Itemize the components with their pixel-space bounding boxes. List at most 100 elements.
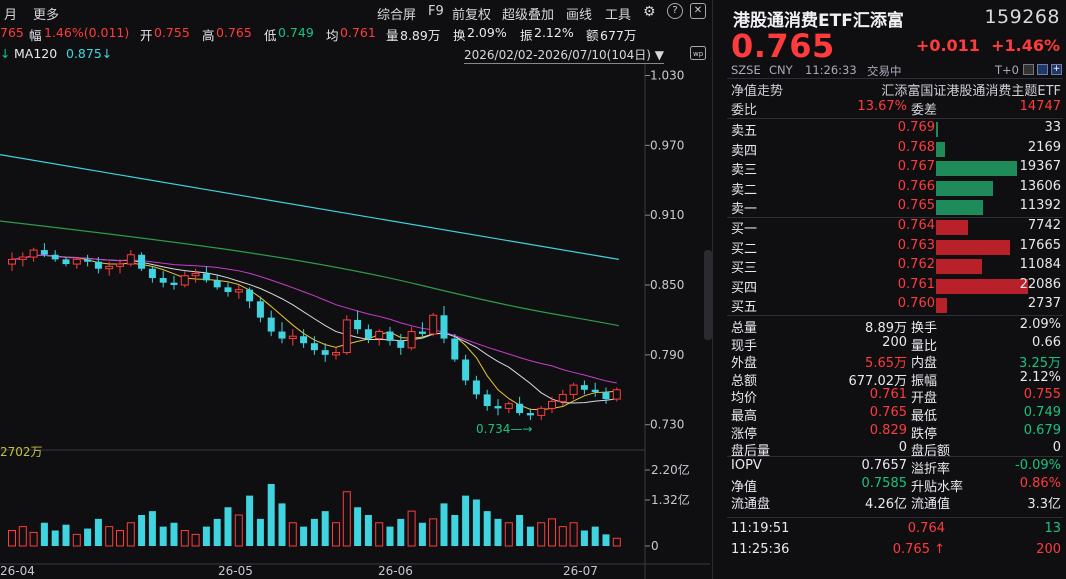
book-row-bid-5[interactable]: 买五 0.760 2737 xyxy=(731,296,1061,315)
book-row-ask-5[interactable]: 卖一 0.765 11392 xyxy=(731,198,1061,217)
book-volume: 22086 xyxy=(1019,276,1061,292)
stat-label: 外盘 xyxy=(731,356,758,372)
book-price: 0.762 xyxy=(897,257,935,272)
candle-body-down xyxy=(51,254,59,260)
panel-splitter-handle[interactable] xyxy=(704,250,712,340)
stat-value: 2.12% xyxy=(1019,369,1061,385)
ma10-line xyxy=(11,254,617,404)
super-overlay-button[interactable]: 超级叠加 xyxy=(502,4,554,23)
candle-body-up xyxy=(504,403,513,409)
volume-bar-down xyxy=(224,507,232,546)
chart-pane: 月 更多 综合屏 F9 前复权 超级叠加 画线 工具 ⚙ ? ✕ 765 幅 1… xyxy=(0,0,710,579)
candle-body-down xyxy=(138,254,146,269)
period-tab-month[interactable]: 月 xyxy=(4,4,17,23)
quote-time: 11:26:33 xyxy=(805,63,857,77)
gear-icon[interactable]: ⚙ xyxy=(643,4,656,20)
edit-icon[interactable] xyxy=(1023,64,1034,75)
book-volume-bar xyxy=(936,200,983,215)
candle-body-down xyxy=(462,359,470,381)
candle-body-down xyxy=(213,280,221,288)
tick-volume: 200 xyxy=(1036,542,1061,557)
candle-body-down xyxy=(224,287,232,292)
stat-label: 现手 xyxy=(731,338,758,354)
stat-label: 最高 xyxy=(731,409,758,424)
candle-body-up xyxy=(29,249,38,258)
tick-time: 11:25:36 xyxy=(731,542,790,557)
date-range-selector[interactable]: 2026/02/02-2026/07/10(104日) ▼ xyxy=(464,46,664,64)
book-row-bid-2[interactable]: 买二 0.763 17665 xyxy=(731,238,1061,257)
volume-bar-down xyxy=(310,518,318,546)
fund-stat-value: 0.86% xyxy=(1019,475,1061,491)
candle-body-down xyxy=(418,331,426,334)
stat-high-label: 高 xyxy=(202,28,215,43)
nav-trend-tab[interactable]: 净值走势 xyxy=(731,80,783,99)
book-row-ask-4[interactable]: 卖二 0.766 13606 xyxy=(731,179,1061,198)
stat-low-label: 低 xyxy=(264,28,277,43)
volume-bar-up xyxy=(407,510,416,547)
draw-line-button[interactable]: 画线 xyxy=(566,4,592,23)
volume-bar-up xyxy=(116,530,124,547)
market-code: SZSE xyxy=(731,63,761,77)
candle-body-down xyxy=(321,350,329,355)
settings-icon[interactable] xyxy=(1037,64,1048,75)
book-row-bid-1[interactable]: 买一 0.764 7742 xyxy=(731,218,1061,237)
add-icon[interactable]: + xyxy=(1051,64,1062,75)
close-icon[interactable]: ✕ xyxy=(690,3,706,19)
stat-row: 现手 200 量比 0.66 xyxy=(731,335,1061,354)
book-row-bid-3[interactable]: 买三 0.762 11084 xyxy=(731,257,1061,276)
candle-body-down xyxy=(202,273,210,281)
x-tick-label: 26-05 xyxy=(218,564,253,578)
fund-stat-label: 净值 xyxy=(731,479,758,495)
candle-body-up xyxy=(116,263,124,267)
volume-bar-up xyxy=(612,537,621,547)
stat-vol-label: 量 xyxy=(386,28,399,43)
book-level-label: 买二 xyxy=(731,241,758,257)
ma120-value: 0.875↓ xyxy=(66,46,113,61)
y-tick-label: 0.910 xyxy=(650,208,684,222)
book-price: 0.769 xyxy=(897,120,935,135)
stat-label: 跌停 xyxy=(911,426,938,442)
stat-value: 0.761 xyxy=(869,387,907,403)
volume-bar-down xyxy=(84,528,92,546)
candle-body-down xyxy=(84,259,92,262)
book-row-ask-2[interactable]: 卖四 0.768 2169 xyxy=(731,140,1061,159)
book-price: 0.766 xyxy=(897,178,935,194)
volume-bar-up xyxy=(537,522,546,547)
book-row-bid-4[interactable]: 买四 0.761 22086 xyxy=(731,277,1061,296)
wp-icon[interactable]: wp xyxy=(690,46,706,60)
book-volume-bar xyxy=(936,141,945,157)
fund-code: 159268 xyxy=(984,6,1060,28)
book-volume: 19367 xyxy=(1019,159,1061,174)
volume-bar-up xyxy=(180,530,189,547)
book-row-ask-1[interactable]: 卖五 0.769 33 xyxy=(731,120,1061,139)
book-price: 0.763 xyxy=(897,237,935,253)
candlestick-chart[interactable]: 1.030 0.970 0.910 0.850 0.790 0.730 0.734—→ 270… xyxy=(0,64,710,579)
stat-row: 涨停 0.829 跌停 0.679 xyxy=(731,423,1061,442)
stat-turn: 2.09% xyxy=(467,25,507,40)
book-volume-bar xyxy=(936,239,1010,255)
x-tick-label: 26-07 xyxy=(563,564,598,578)
trading-status: 交易中 xyxy=(867,64,902,78)
fund-stat-value: 0.7657 xyxy=(861,458,908,473)
volume-bar-down xyxy=(246,495,254,546)
fund-stat-row: 流通盘 4.26亿 流通值 3.3亿 xyxy=(731,493,1061,512)
book-volume-bar xyxy=(936,180,993,196)
volume-bar-up xyxy=(288,522,297,547)
tools-button[interactable]: 工具 xyxy=(605,4,631,23)
composite-screen-button[interactable]: 综合屏 xyxy=(377,4,416,23)
help-icon[interactable]: ? xyxy=(667,3,683,19)
volume-bar-down xyxy=(267,484,275,546)
f9-button[interactable]: F9 xyxy=(428,4,444,19)
forward-adjust-button[interactable]: 前复权 xyxy=(452,4,491,23)
volume-bar-down xyxy=(494,518,502,546)
candle-body-up xyxy=(569,384,578,395)
fund-stat-value: 4.26亿 xyxy=(865,497,907,513)
more-button[interactable]: 更多 xyxy=(33,4,59,23)
stat-value: 0.755 xyxy=(1023,387,1061,403)
volume-bar-up xyxy=(105,526,114,547)
volume-bar-down xyxy=(451,515,459,546)
book-row-ask-3[interactable]: 卖三 0.767 19367 xyxy=(731,159,1061,178)
volume-bar-down xyxy=(170,522,178,546)
book-price: 0.768 xyxy=(897,139,935,155)
fund-stat-label: 流通盘 xyxy=(731,497,771,513)
